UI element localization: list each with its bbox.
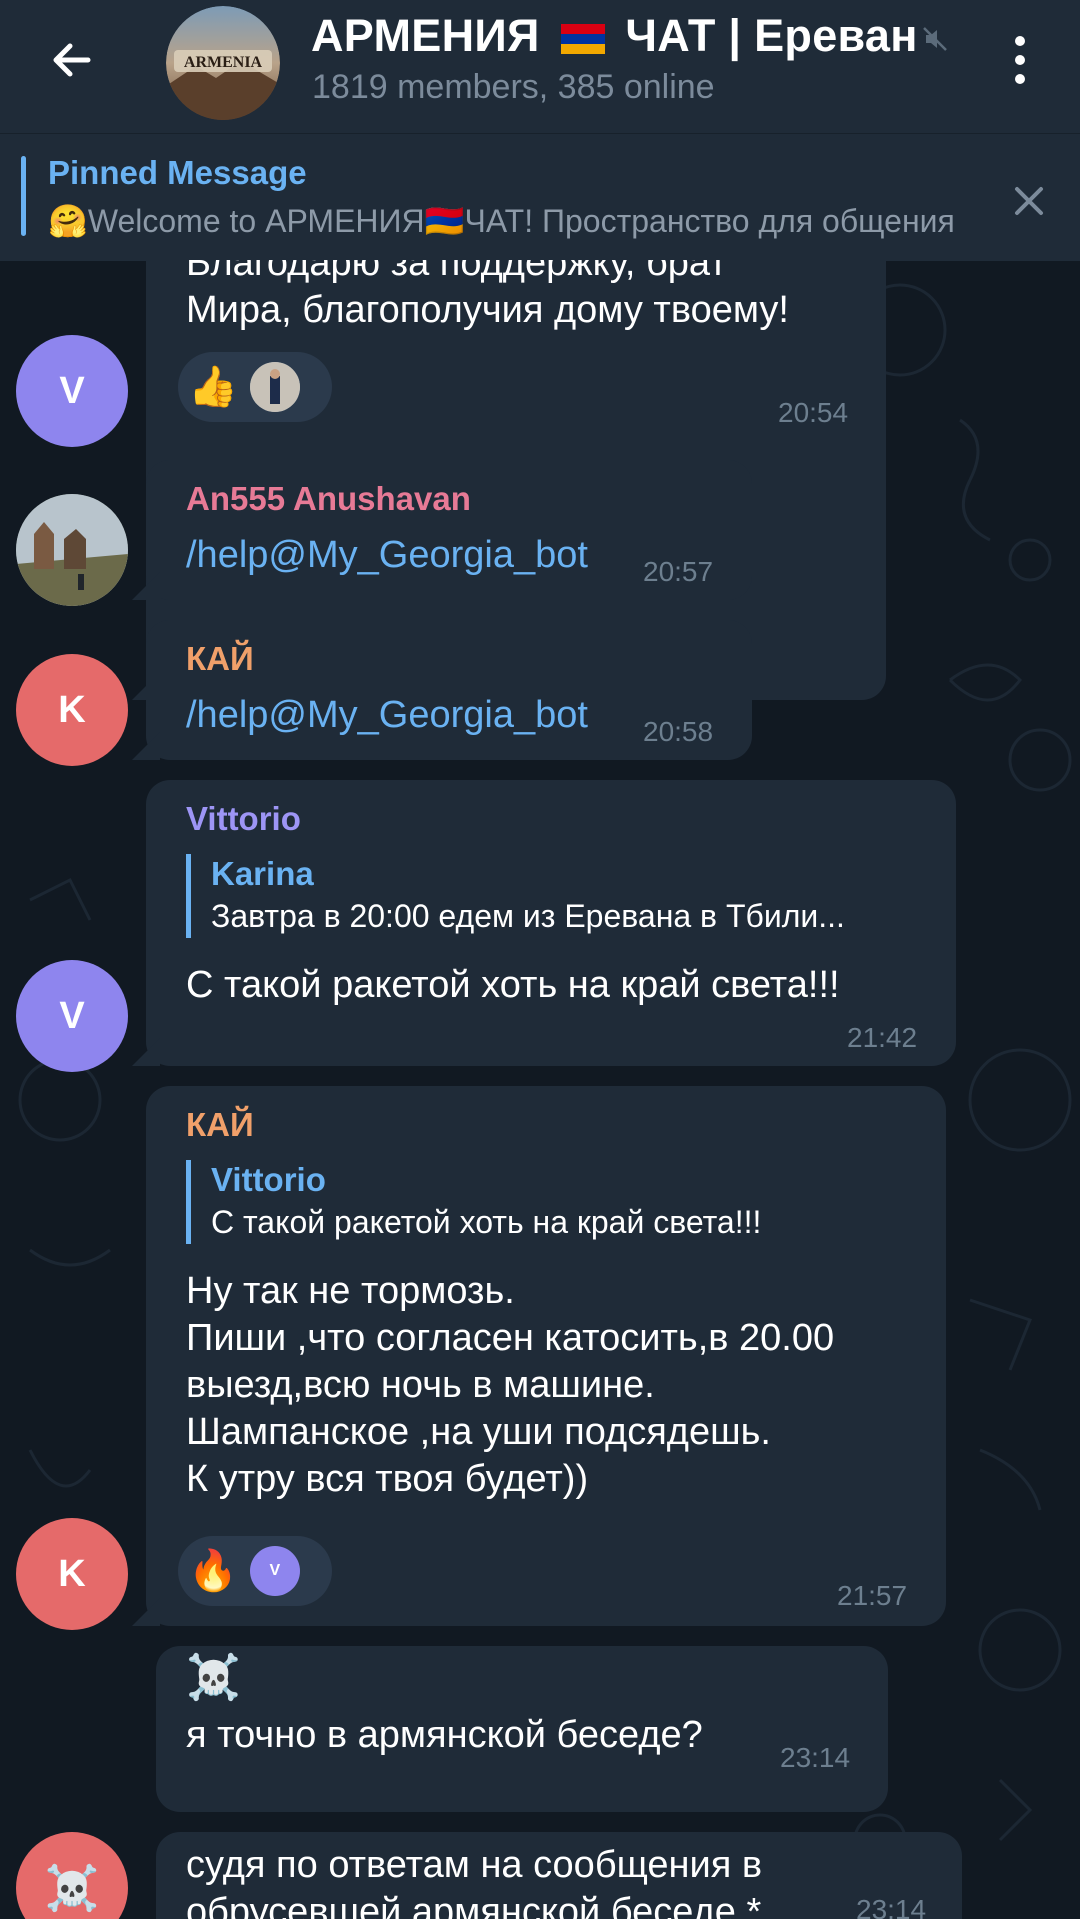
photo-avatar	[16, 494, 128, 606]
message-time: 21:42	[847, 1022, 918, 1053]
reply-text: С такой ракетой хоть на край света!!!	[211, 1204, 762, 1240]
reply-text: Завтра в 20:00 едем из Еревана в Тбили..…	[211, 898, 845, 934]
muted-icon	[920, 24, 950, 59]
message-time: 21:57	[837, 1580, 908, 1611]
user-avatar[interactable]: K	[16, 1518, 128, 1630]
pinned-text: 🤗Welcome to АРМЕНИЯ🇦🇲ЧАТ! Пространство д…	[48, 203, 955, 239]
user-avatar[interactable]: ☠️	[16, 1832, 128, 1919]
thumbs-up-reaction: 👍	[188, 365, 238, 409]
reaction-user-avatar: V	[249, 1546, 300, 1596]
message-text[interactable]: С такой ракетой хоть на край света!!!	[186, 962, 840, 1009]
more-vertical-icon	[1015, 36, 1025, 46]
skull-emoji: ☠️	[186, 1653, 241, 1702]
message-time: 23:14	[856, 1894, 927, 1919]
reaction-user-avatar	[249, 362, 300, 412]
reply-preview[interactable]: Karina Завтра в 20:00 едем из Еревана в …	[186, 854, 845, 938]
back-button[interactable]	[40, 28, 104, 92]
chat-avatar-text: ARMENIA	[184, 54, 263, 71]
message-text[interactable]: судя по ответам на сообщения в обрусевше…	[186, 1842, 762, 1919]
reaction-chip[interactable]: 🔥 V	[178, 1536, 332, 1606]
fire-reaction: 🔥	[188, 1549, 238, 1593]
chat-avatar[interactable]: ARMENIA	[166, 6, 280, 120]
reply-preview[interactable]: Vittorio С такой ракетой хоть на край св…	[186, 1160, 761, 1244]
message-text[interactable]: Ну так не тормозь. Пиши ,что согласен ка…	[186, 1268, 926, 1503]
message-time: 20:54	[778, 397, 849, 428]
user-avatar[interactable]: V	[16, 960, 128, 1072]
chat-title-text: АРМЕНИЯ	[311, 10, 540, 61]
armenia-flag-icon	[560, 13, 605, 65]
more-options-button[interactable]	[1000, 30, 1040, 90]
sender-name[interactable]: An555 Anushavan	[186, 480, 471, 518]
close-pinned-button[interactable]	[1004, 176, 1054, 226]
bot-command-link[interactable]: /help@My_Georgia_bot	[186, 532, 588, 579]
arrow-left-icon	[53, 43, 91, 77]
reaction-chip[interactable]: 👍	[178, 352, 332, 422]
sender-name[interactable]: Vittorio	[186, 800, 301, 838]
close-icon	[1015, 187, 1043, 215]
sender-name[interactable]: КАЙ	[186, 640, 254, 678]
pinned-title: Pinned Message	[48, 154, 307, 191]
user-avatar[interactable]: K	[16, 654, 128, 766]
message-time: 23:14	[780, 1742, 851, 1773]
chat-header: ARMENIA АРМЕНИЯ ЧАТ | Ереван 1819 member…	[0, 0, 1080, 133]
user-avatar[interactable]: V	[16, 335, 128, 447]
chat-screen: ARMENIA АРМЕНИЯ ЧАТ | Ереван 1819 member…	[0, 0, 1080, 1919]
chat-title[interactable]: АРМЕНИЯ ЧАТ | Ереван	[311, 10, 918, 65]
user-avatar[interactable]	[16, 494, 128, 606]
bot-command-link[interactable]: /help@My_Georgia_bot	[186, 692, 588, 739]
chat-title-suffix: ЧАТ | Ереван	[625, 10, 918, 61]
reply-sender: Vittorio	[211, 1161, 326, 1198]
message-text[interactable]: я точно в армянской беседе?	[186, 1712, 703, 1759]
pinned-indicator	[21, 156, 26, 236]
chat-member-count: 1819 members, 385 online	[312, 68, 715, 106]
message-list[interactable]: Благодарю за поддержку, брат Мира, благо…	[0, 260, 1080, 1919]
message-time: 20:58	[643, 716, 714, 747]
reply-sender: Karina	[211, 855, 314, 892]
message-text[interactable]: Благодарю за поддержку, брат Мира, благо…	[186, 260, 886, 334]
sender-name[interactable]: КАЙ	[186, 1106, 254, 1144]
message-time: 20:57	[643, 556, 714, 587]
pinned-message-bar[interactable]: Pinned Message 🤗Welcome to АРМЕНИЯ🇦🇲ЧАТ!…	[0, 133, 1080, 261]
